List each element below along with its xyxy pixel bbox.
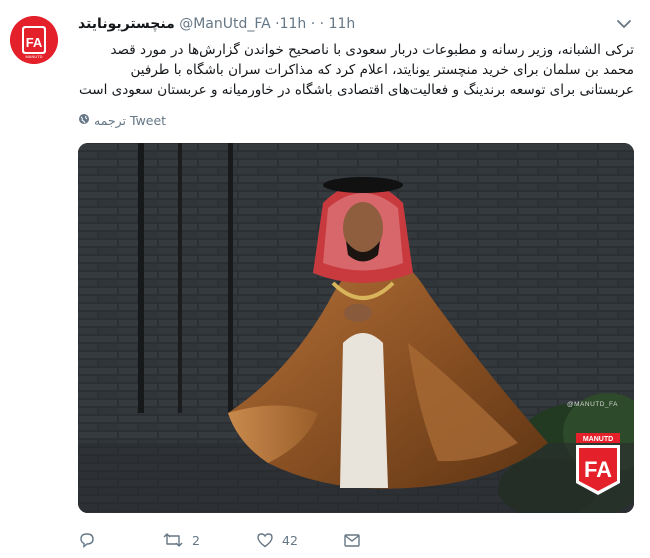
reply-icon: [78, 531, 96, 549]
tweet[interactable]: FA MANUTD منچستریونایتد @ManUtd_FA ·11h …: [0, 0, 650, 558]
like-count: 42: [282, 532, 298, 548]
direct-message-icon: [343, 531, 361, 549]
translate-label: ترجمه Tweet: [94, 113, 167, 128]
avatar-letters: FA: [26, 35, 43, 50]
avatar-brand: MANUTD: [25, 54, 42, 59]
like-button[interactable]: 42: [256, 528, 298, 552]
tweet-header: منچستریونایتد @ManUtd_FA ·11h · · 11h: [78, 14, 355, 34]
display-name[interactable]: منچستریونایتد: [78, 16, 175, 32]
timestamp-1[interactable]: 11h: [280, 16, 307, 32]
tweet-text: ترکی الشبانه، وزیر رسانه و مطبوعات دربار…: [79, 42, 634, 98]
translate-link[interactable]: ترجمه Tweet: [78, 113, 166, 129]
watermark-handle: @MANUTD_FA: [567, 401, 618, 408]
watermark-brand: MANUTD: [583, 436, 613, 443]
retweet-count: 2: [192, 532, 200, 548]
tweet-media-photo[interactable]: @MANUTD_FA MANUTD FA: [78, 143, 634, 513]
separator-2: ·: [310, 16, 316, 32]
caret-down-icon[interactable]: [614, 16, 634, 32]
reply-button[interactable]: [78, 528, 104, 552]
retweet-button[interactable]: 2: [162, 528, 200, 552]
avatar[interactable]: FA MANUTD: [10, 16, 58, 64]
tweet-actions: 2 42: [78, 528, 634, 552]
retweet-icon: [162, 531, 184, 549]
watermark-logo: MANUTD FA: [574, 433, 622, 497]
timestamp-2[interactable]: 11h: [329, 16, 356, 32]
like-icon: [256, 531, 274, 549]
separator-3: ·: [319, 16, 325, 32]
globe-icon: [78, 113, 90, 129]
direct-message-button[interactable]: [343, 528, 361, 552]
handle[interactable]: @ManUtd_FA: [179, 16, 271, 32]
watermark-letters: FA: [584, 457, 612, 482]
